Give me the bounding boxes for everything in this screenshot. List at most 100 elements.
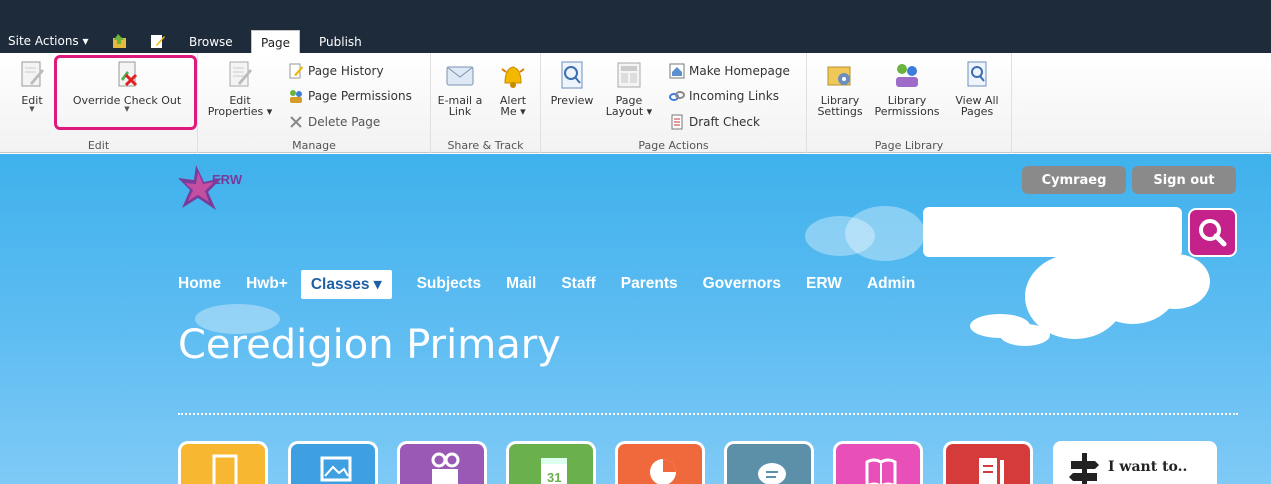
view-all-pages-icon xyxy=(967,61,987,87)
tile-books[interactable] xyxy=(833,441,923,484)
image-icon xyxy=(320,456,352,482)
nav-home[interactable]: Home xyxy=(178,275,221,293)
tile-documents[interactable] xyxy=(178,441,268,484)
library-permissions-label-2: Permissions xyxy=(874,105,940,118)
edit-page-icon[interactable] xyxy=(150,33,166,49)
nav-mail[interactable]: Mail xyxy=(506,275,536,293)
tile-images[interactable] xyxy=(288,441,378,484)
site-actions-menu[interactable]: Site Actions ▾ xyxy=(8,34,89,48)
notepad-icon xyxy=(979,458,1004,484)
search-input[interactable] xyxy=(923,207,1182,257)
draft-check-button[interactable]: Draft Check xyxy=(669,113,760,131)
document-icon xyxy=(212,454,238,484)
bell-icon xyxy=(501,66,525,88)
nav-subjects[interactable]: Subjects xyxy=(417,275,482,293)
search-button[interactable] xyxy=(1188,208,1237,257)
signpost-icon xyxy=(1069,453,1099,484)
nav-admin[interactable]: Admin xyxy=(867,275,915,293)
open-book-icon xyxy=(865,458,897,484)
preview-label: Preview xyxy=(550,94,594,107)
sign-out-button[interactable]: Sign out xyxy=(1132,166,1236,194)
tab-publish[interactable]: Publish xyxy=(310,30,371,53)
main-nav: Home Hwb+ Classes ▾ Subjects Mail Staff … xyxy=(178,269,940,299)
erw-star-icon: ERW xyxy=(178,165,243,210)
tab-page[interactable]: Page xyxy=(251,30,301,53)
ribbon-group-page-actions: Preview Page Layout ▾ Make Homepage Inco… xyxy=(541,53,807,153)
incoming-links-button[interactable]: Incoming Links xyxy=(669,87,779,105)
i-want-to-label: I want to.. xyxy=(1108,459,1188,475)
erw-logo[interactable]: ERW xyxy=(176,160,280,220)
page-history-label: Page History xyxy=(308,64,384,78)
dotted-divider xyxy=(178,413,1238,415)
library-settings-label-2: Settings xyxy=(817,105,863,118)
view-all-label-2: Pages xyxy=(960,105,994,118)
ribbon-group-share-track: E-mail a Link Alert Me ▾ Share & Track xyxy=(431,53,541,153)
page-permissions-label: Page Permissions xyxy=(308,89,412,103)
page-title: Ceredigion Primary xyxy=(178,322,561,368)
video-camera-icon xyxy=(431,452,460,484)
page-layout-icon xyxy=(617,62,641,88)
delete-page-label: Delete Page xyxy=(308,115,381,129)
speech-bubble-icon xyxy=(758,463,786,484)
edit-properties-icon xyxy=(229,61,252,87)
page-history-icon xyxy=(289,63,303,79)
home-icon xyxy=(669,63,685,79)
delete-icon xyxy=(290,116,302,128)
incoming-links-label: Incoming Links xyxy=(689,89,779,103)
navigate-up-icon[interactable] xyxy=(112,33,128,49)
ribbon-group-page-library: Library Settings Library Permissions Vie… xyxy=(807,53,1012,153)
nav-classes[interactable]: Classes ▾ xyxy=(300,269,392,299)
cloud-decoration xyxy=(845,206,925,261)
email-link-button[interactable]: E-mail a Link xyxy=(435,59,485,117)
chevron-down-icon: ▼ xyxy=(29,105,35,113)
tile-video[interactable] xyxy=(397,441,487,484)
pie-chart-icon xyxy=(650,459,676,484)
alert-me-button[interactable]: Alert Me ▾ xyxy=(491,59,535,117)
preview-button[interactable]: Preview xyxy=(547,59,597,106)
group-label-page-library: Page Library xyxy=(874,139,944,152)
preview-icon xyxy=(561,61,583,89)
page-history-button[interactable]: Page History xyxy=(288,62,384,80)
nav-parents[interactable]: Parents xyxy=(621,275,678,293)
library-settings-button[interactable]: Library Settings xyxy=(813,59,867,117)
email-label-2: Link xyxy=(448,105,472,118)
draft-check-label: Draft Check xyxy=(689,115,760,129)
library-permissions-icon xyxy=(896,64,918,87)
page-permissions-button[interactable]: Page Permissions xyxy=(288,87,412,105)
language-button[interactable]: Cymraeg xyxy=(1022,166,1126,194)
nav-hwb[interactable]: Hwb+ xyxy=(246,275,288,293)
nav-erw[interactable]: ERW xyxy=(806,275,842,293)
tile-notes[interactable] xyxy=(943,441,1033,484)
i-want-to-button[interactable]: I want to.. xyxy=(1053,441,1217,484)
nav-staff[interactable]: Staff xyxy=(561,275,595,293)
page-permissions-icon xyxy=(290,90,302,103)
edit-document-icon xyxy=(21,61,44,87)
make-homepage-button[interactable]: Make Homepage xyxy=(669,62,790,80)
top-bar: Site Actions ▾ Browse Page Publish xyxy=(0,0,1271,53)
delete-page-button[interactable]: Delete Page xyxy=(288,113,380,131)
page-layout-label-2: Layout ▾ xyxy=(605,105,653,118)
edit-button[interactable]: Edit ▼ xyxy=(12,59,52,113)
group-label-share-track: Share & Track xyxy=(447,139,524,152)
draft-check-icon xyxy=(671,114,683,130)
tile-chart[interactable] xyxy=(615,441,705,484)
svg-text:ERW: ERW xyxy=(212,172,243,187)
calendar-icon: 31 xyxy=(541,458,567,484)
edit-properties-button[interactable]: Edit Properties ▾ xyxy=(204,59,276,117)
link-icon xyxy=(669,91,685,101)
ribbon-group-manage: Edit Properties ▾ Page History Page Perm… xyxy=(198,53,431,153)
tab-browse[interactable]: Browse xyxy=(180,30,242,53)
cloud-decoration xyxy=(1000,324,1050,346)
make-homepage-label: Make Homepage xyxy=(689,64,790,78)
library-permissions-button[interactable]: Library Permissions xyxy=(869,59,945,117)
svg-text:31: 31 xyxy=(547,470,561,484)
view-all-pages-button[interactable]: View All Pages xyxy=(951,59,1003,117)
site-page: ERW Cymraeg Sign out Home Hwb+ Classes ▾… xyxy=(0,154,1271,484)
group-label-edit: Edit xyxy=(87,139,110,152)
page-layout-button[interactable]: Page Layout ▾ xyxy=(603,59,655,117)
highlight-box xyxy=(54,55,197,130)
edit-properties-label-2: Properties ▾ xyxy=(207,105,273,118)
tile-calendar[interactable]: 31 xyxy=(506,441,596,484)
nav-governors[interactable]: Governors xyxy=(703,275,781,293)
tile-messages[interactable] xyxy=(724,441,814,484)
